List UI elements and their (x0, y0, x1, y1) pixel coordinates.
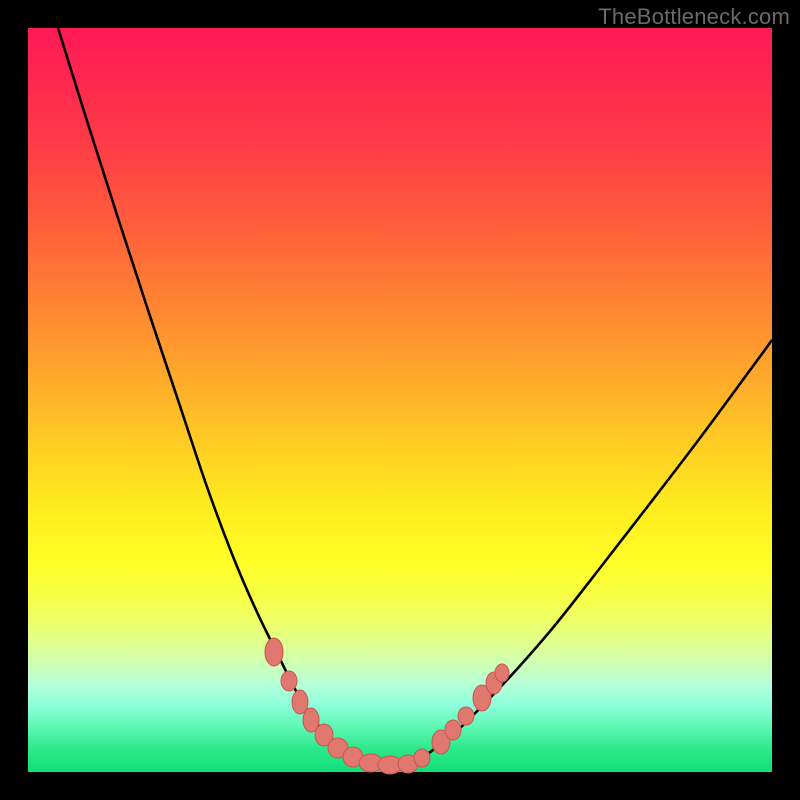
watermark-text: TheBottleneck.com (598, 4, 790, 30)
chart-frame: TheBottleneck.com (0, 0, 800, 800)
curve-marker (414, 749, 430, 767)
curve-marker (495, 664, 509, 682)
chart-plot-area (28, 28, 772, 772)
bottleneck-curve (58, 28, 772, 766)
curve-marker (281, 671, 297, 691)
curve-marker (458, 707, 474, 725)
curve-markers (265, 638, 509, 774)
curve-marker (265, 638, 283, 666)
curve-marker (445, 720, 461, 740)
chart-svg (28, 28, 772, 772)
